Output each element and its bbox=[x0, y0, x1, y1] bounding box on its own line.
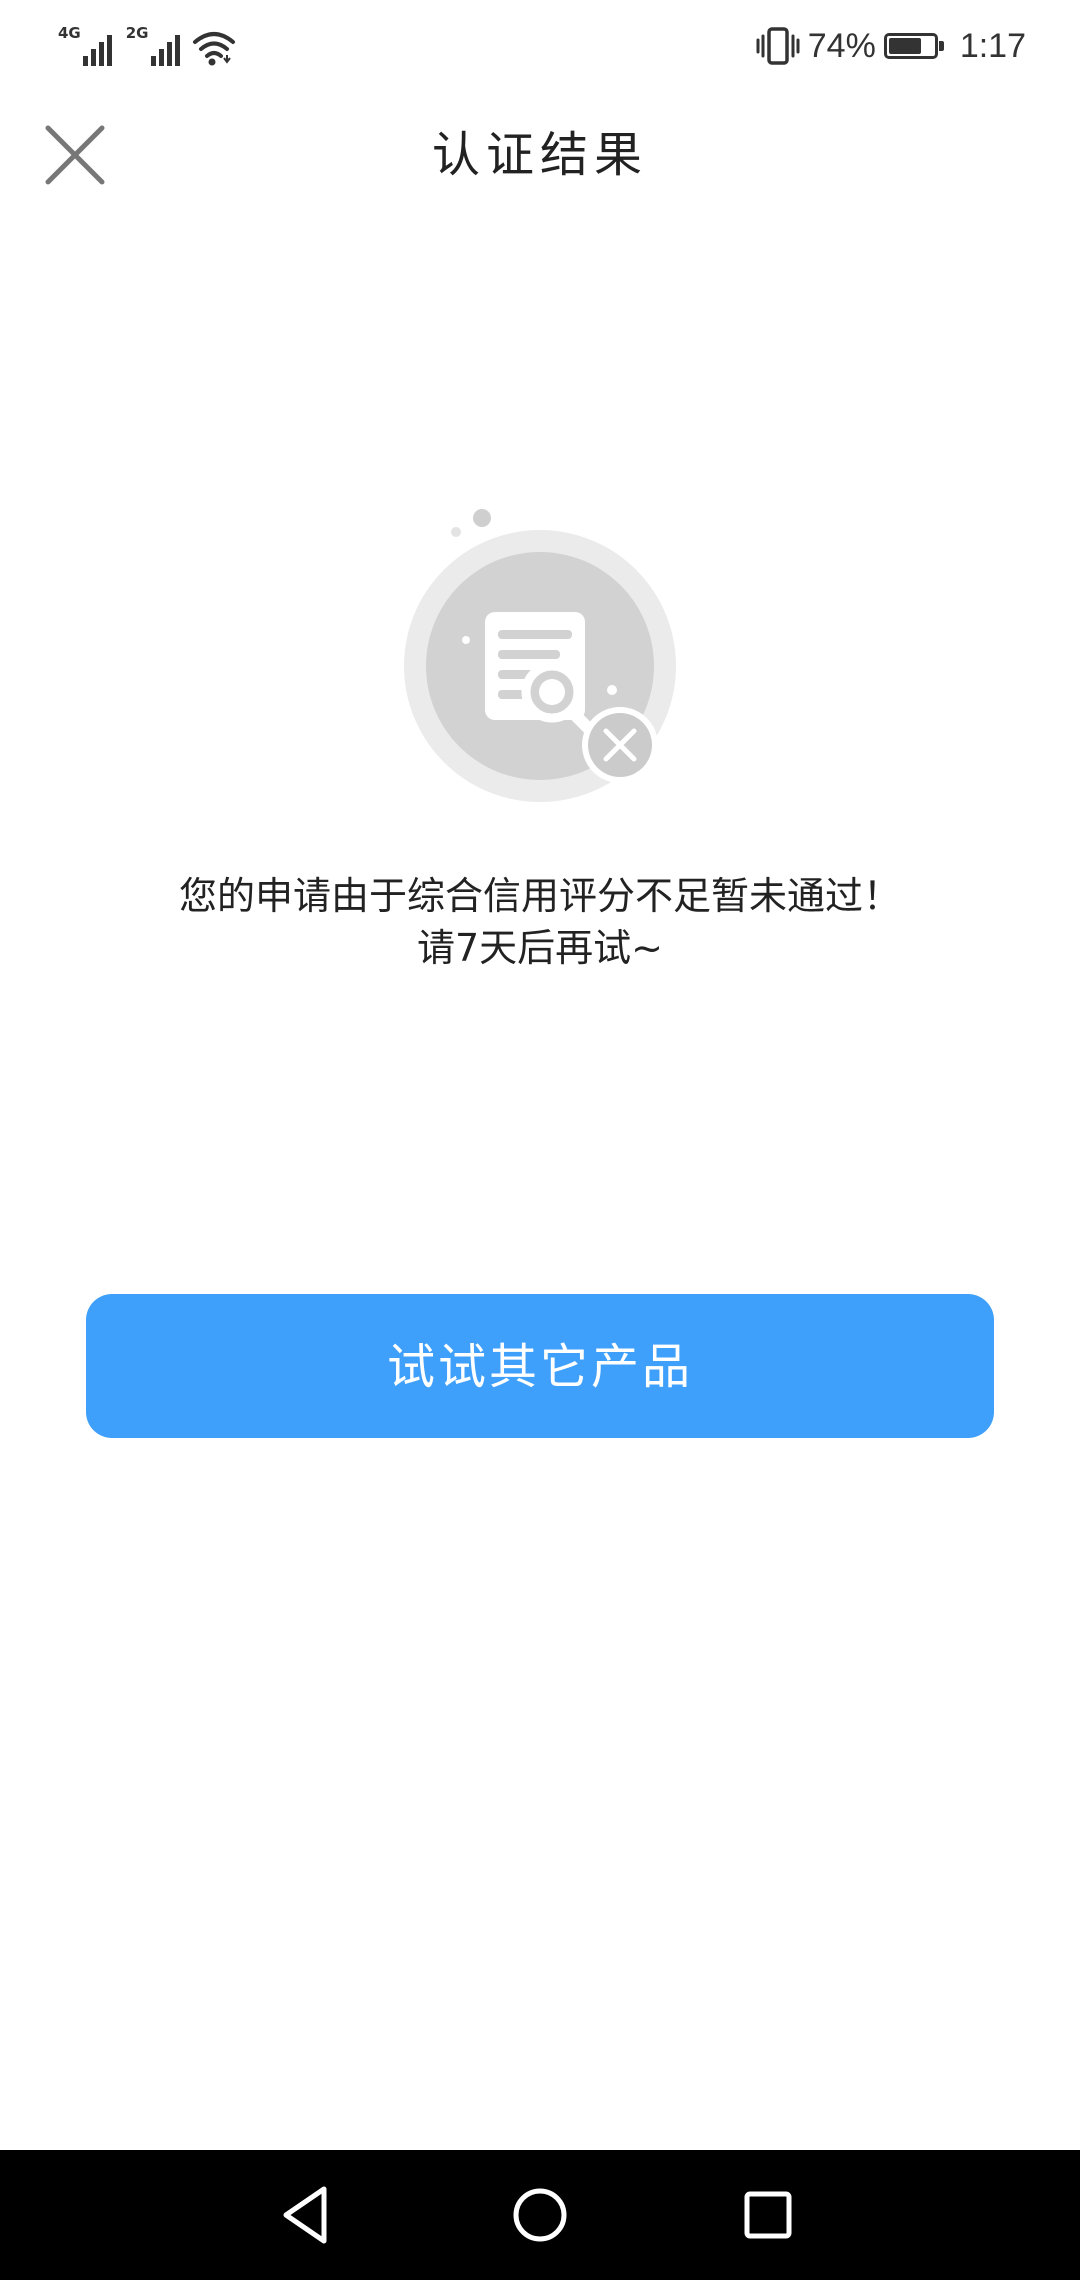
status-right: 74% 1:17 bbox=[756, 24, 1026, 68]
network-type-label: 4G bbox=[58, 24, 81, 42]
signal-icon bbox=[150, 30, 180, 66]
battery-icon bbox=[883, 33, 944, 59]
result-message-line-2: 请7天后再试~ bbox=[416, 926, 664, 970]
page-title: 认证结果 bbox=[431, 127, 648, 183]
network-type-label: 2G bbox=[125, 24, 149, 42]
back-button[interactable] bbox=[268, 2175, 348, 2255]
back-icon bbox=[283, 2186, 327, 2244]
result-message: 您的申请由于综合信用评分不足暂未通过！ 请7天后再试~ bbox=[0, 870, 1080, 974]
recents-icon bbox=[744, 2191, 792, 2239]
home-icon bbox=[513, 2188, 567, 2242]
vibrate-icon bbox=[756, 27, 800, 65]
navigation-bar bbox=[0, 2150, 1080, 2280]
status-bar: 4G 2G 74% 1:17 bbox=[0, 0, 1080, 90]
document-search-rejected-icon bbox=[390, 490, 690, 810]
battery-fill bbox=[888, 38, 922, 54]
title-bar: 认证结果 bbox=[0, 100, 1080, 210]
screen: 4G 2G 74% 1:17 认证结果 您的申请由于综合信用评分不足暂未通过！ … bbox=[0, 0, 1080, 2280]
status-left: 4G 2G bbox=[58, 22, 236, 66]
battery-percent: 74% bbox=[807, 27, 876, 65]
wifi-icon bbox=[192, 32, 235, 66]
signal-group-1: 4G bbox=[58, 24, 112, 66]
result-message-line-1: 您的申请由于综合信用评分不足暂未通过！ bbox=[178, 874, 901, 918]
try-other-products-button[interactable]: 试试其它产品 bbox=[86, 1294, 994, 1438]
recents-button[interactable] bbox=[728, 2175, 808, 2255]
clock: 1:17 bbox=[959, 27, 1026, 65]
signal-group-2: 2G bbox=[126, 24, 180, 66]
home-button[interactable] bbox=[500, 2175, 580, 2255]
signal-icon bbox=[82, 30, 112, 66]
